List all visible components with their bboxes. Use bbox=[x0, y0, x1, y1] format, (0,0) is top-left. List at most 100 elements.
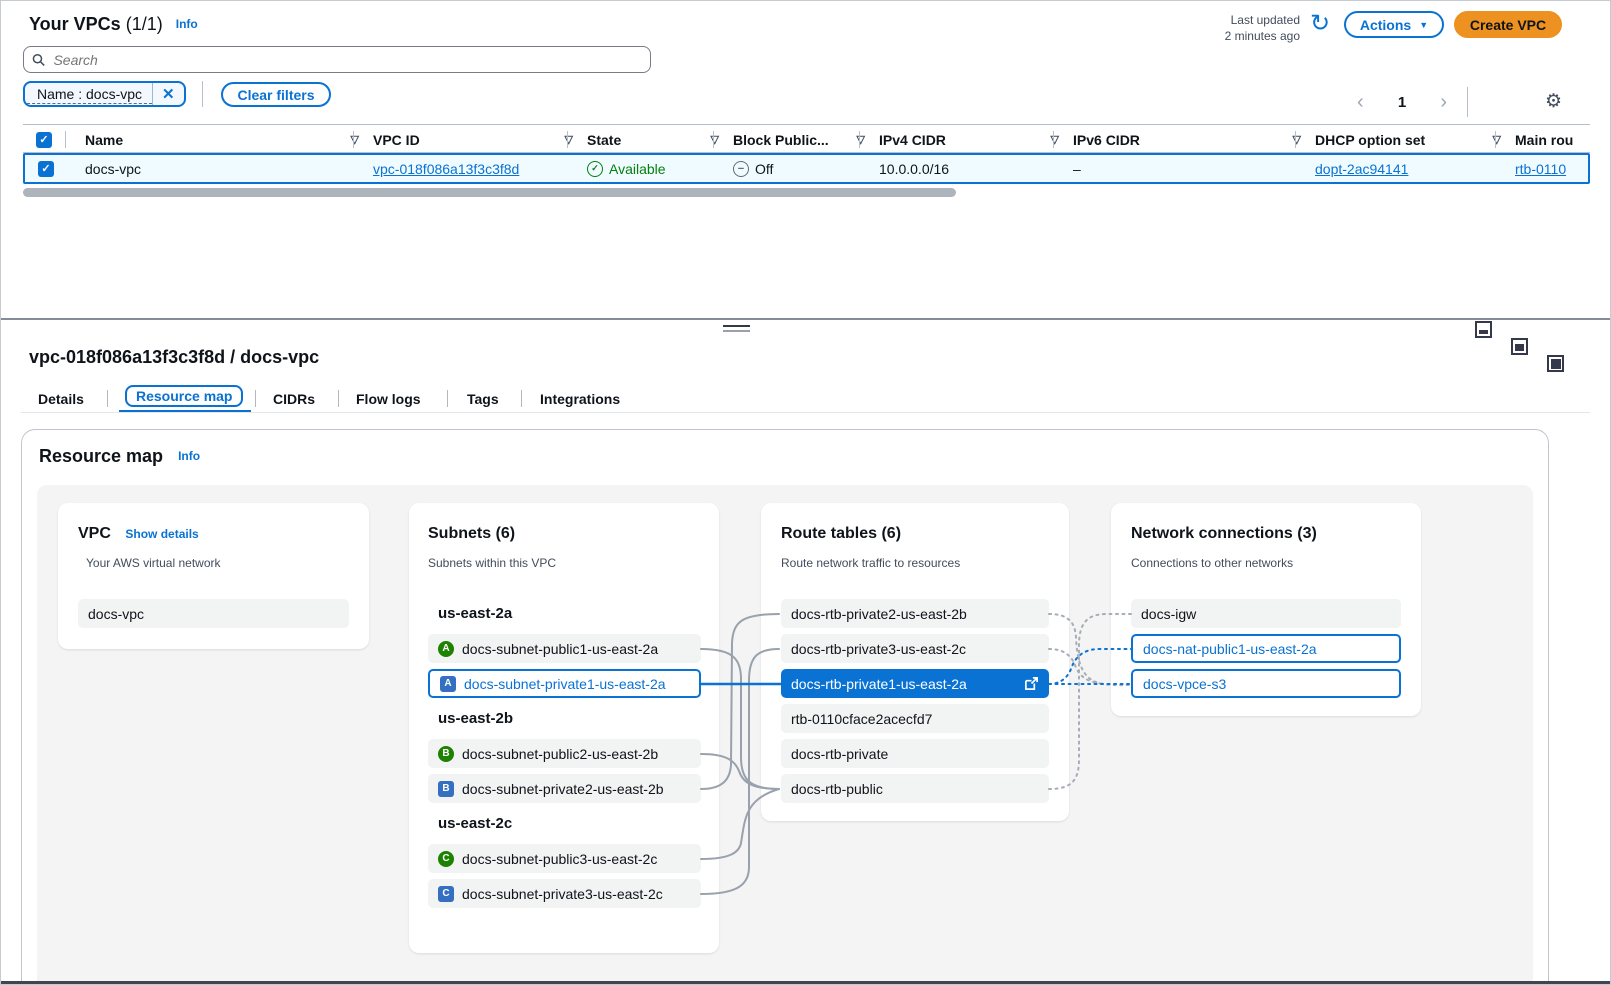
route-table-node-private2[interactable]: docs-rtb-private2-us-east-2b bbox=[781, 599, 1049, 628]
network-connections-card-subtitle: Connections to other networks bbox=[1131, 556, 1293, 570]
subnet-node-private1-selected[interactable]: A docs-subnet-private1-us-east-2a bbox=[428, 669, 701, 698]
cell-state: ✓ Available bbox=[569, 155, 733, 182]
zone-label-us-east-2c: us-east-2c bbox=[438, 815, 512, 832]
dhcp-option-set-link[interactable]: dopt-2ac94141 bbox=[1315, 161, 1408, 177]
search-input[interactable] bbox=[51, 51, 642, 69]
column-header-ipv4-cidr[interactable]: IPv4 CIDR▽ bbox=[859, 125, 1073, 154]
panel-size-full-button[interactable] bbox=[1547, 355, 1564, 372]
vpc-node-docs-vpc[interactable]: docs-vpc bbox=[78, 599, 349, 628]
vpc-card-subtitle: Your AWS virtual network bbox=[86, 556, 221, 570]
filter-row-divider bbox=[202, 81, 203, 107]
resource-map-info-link[interactable]: Info bbox=[178, 449, 200, 463]
split-panel-divider[interactable] bbox=[1, 318, 1611, 320]
column-header-dhcp-option-set[interactable]: DHCP option set▽ bbox=[1295, 125, 1515, 154]
panel-size-half-button[interactable] bbox=[1511, 338, 1528, 355]
subnet-node-public2[interactable]: B docs-subnet-public2-us-east-2b bbox=[428, 739, 701, 768]
vpcs-info-link[interactable]: Info bbox=[176, 17, 198, 31]
tab-integrations[interactable]: Integrations bbox=[540, 391, 620, 407]
external-link-icon[interactable] bbox=[1024, 676, 1039, 691]
filter-chip-label: Name : docs-vpc bbox=[27, 85, 152, 104]
private-subnet-badge: A bbox=[440, 676, 456, 692]
column-header-state[interactable]: State▽ bbox=[567, 125, 733, 154]
row-checkbox[interactable]: ✓ bbox=[38, 161, 54, 177]
tab-flow-logs[interactable]: Flow logs bbox=[356, 391, 421, 407]
route-table-node-private1-selected[interactable]: docs-rtb-private1-us-east-2a bbox=[781, 669, 1049, 698]
column-header-ipv6-cidr[interactable]: IPv6 CIDR▽ bbox=[1053, 125, 1315, 154]
vpc-console-page: Your VPCs (1/1) Info Last updated 2 minu… bbox=[0, 0, 1611, 985]
route-table-node-rtb-0110[interactable]: rtb-0110cface2acecfd7 bbox=[781, 704, 1049, 733]
select-all-checkbox[interactable]: ✓ bbox=[36, 132, 52, 148]
subnet-node-public3[interactable]: C docs-subnet-public3-us-east-2c bbox=[428, 844, 701, 873]
cell-ipv6-cidr: – bbox=[1055, 155, 1315, 182]
subnet-node-private3[interactable]: C docs-subnet-private3-us-east-2c bbox=[428, 879, 701, 908]
tab-resource-map[interactable]: Resource map bbox=[125, 388, 243, 404]
table-settings-gear-icon[interactable]: ⚙ bbox=[1545, 90, 1562, 113]
page-title-count: (1/1) bbox=[126, 14, 163, 34]
zone-label-us-east-2b: us-east-2b bbox=[438, 710, 513, 727]
main-route-table-link[interactable]: rtb-0110 bbox=[1515, 161, 1566, 177]
private-subnet-badge: C bbox=[438, 886, 454, 902]
panel-size-small-button[interactable] bbox=[1475, 321, 1492, 338]
public-subnet-badge: C bbox=[438, 851, 454, 867]
filter-chip[interactable]: Name : docs-vpc ✕ bbox=[23, 81, 186, 107]
route-table-node-private[interactable]: docs-rtb-private bbox=[781, 739, 1049, 768]
page-title-text: Your VPCs bbox=[29, 14, 121, 34]
route-table-node-private3[interactable]: docs-rtb-private3-us-east-2c bbox=[781, 634, 1049, 663]
filter-chip-close-icon[interactable]: ✕ bbox=[153, 85, 184, 103]
network-node-nat-highlighted[interactable]: docs-nat-public1-us-east-2a bbox=[1131, 634, 1401, 663]
private-subnet-badge: B bbox=[438, 781, 454, 797]
column-header-main-route-table[interactable]: Main rou bbox=[1495, 125, 1610, 154]
route-table-node-public[interactable]: docs-rtb-public bbox=[781, 774, 1049, 803]
tab-tags[interactable]: Tags bbox=[467, 391, 499, 407]
cell-ipv4-cidr: 10.0.0.0/16 bbox=[861, 155, 1073, 182]
vpc-card-title: VPC bbox=[78, 525, 111, 542]
refresh-button[interactable]: ↻ bbox=[1306, 11, 1334, 39]
horizontal-scrollbar[interactable] bbox=[23, 188, 956, 197]
table-header: ✓ Name▽ VPC ID▽ State▽ Block Public...▽ … bbox=[23, 124, 1590, 153]
off-minus-icon: − bbox=[733, 161, 749, 177]
split-panel-drag-handle[interactable] bbox=[723, 325, 750, 332]
network-connections-card-title: Network connections (3) bbox=[1131, 525, 1317, 543]
create-vpc-button[interactable]: Create VPC bbox=[1454, 11, 1562, 38]
vpc-show-details-link[interactable]: Show details bbox=[125, 527, 198, 541]
column-header-name[interactable]: Name▽ bbox=[65, 125, 373, 154]
column-header-vpc-id[interactable]: VPC ID▽ bbox=[353, 125, 587, 154]
cell-main-route-table: rtb-0110 bbox=[1497, 155, 1608, 182]
prev-page-icon[interactable]: ‹ bbox=[1357, 91, 1364, 114]
search-box bbox=[23, 46, 651, 73]
page-number[interactable]: 1 bbox=[1398, 94, 1406, 111]
row-checkbox-cell: ✓ bbox=[25, 155, 67, 182]
subnets-card-subtitle: Subnets within this VPC bbox=[428, 556, 556, 570]
next-page-icon[interactable]: › bbox=[1440, 91, 1447, 114]
refresh-icon: ↻ bbox=[1310, 10, 1330, 37]
public-subnet-badge: A bbox=[438, 641, 454, 657]
pagination: ‹ 1 › bbox=[1357, 89, 1447, 115]
route-tables-card-title: Route tables (6) bbox=[781, 525, 901, 543]
cell-block-public-access: − Off bbox=[715, 155, 879, 182]
available-check-icon: ✓ bbox=[587, 161, 603, 177]
window-bottom-edge bbox=[1, 981, 1611, 985]
public-subnet-badge: B bbox=[438, 746, 454, 762]
resource-map-heading: Resource map Info bbox=[39, 446, 200, 467]
actions-button[interactable]: Actions ▼ bbox=[1344, 11, 1444, 38]
vpc-id-link[interactable]: vpc-018f086a13f3c3f8d bbox=[373, 161, 519, 177]
subnets-card-title: Subnets (6) bbox=[428, 525, 515, 543]
network-node-vpce-s3-highlighted[interactable]: docs-vpce-s3 bbox=[1131, 669, 1401, 698]
clear-filters-button[interactable]: Clear filters bbox=[221, 82, 331, 107]
pagination-divider bbox=[1467, 87, 1468, 117]
tab-cidrs[interactable]: CIDRs bbox=[273, 391, 315, 407]
page-title: Your VPCs (1/1) Info bbox=[29, 14, 198, 35]
table-row[interactable]: ✓ docs-vpc vpc-018f086a13f3c3f8d ✓ Avail… bbox=[23, 153, 1590, 184]
tabs-divider-line bbox=[21, 412, 1590, 413]
subnet-node-public1[interactable]: A docs-subnet-public1-us-east-2a bbox=[428, 634, 701, 663]
subnet-node-private2[interactable]: B docs-subnet-private2-us-east-2b bbox=[428, 774, 701, 803]
zone-label-us-east-2a: us-east-2a bbox=[438, 605, 512, 622]
tab-details[interactable]: Details bbox=[38, 391, 84, 407]
cell-vpc-id: vpc-018f086a13f3c3f8d bbox=[355, 155, 587, 182]
network-node-igw[interactable]: docs-igw bbox=[1131, 599, 1401, 628]
caret-down-icon: ▼ bbox=[1419, 20, 1428, 30]
search-icon bbox=[32, 53, 45, 67]
column-header-block-public[interactable]: Block Public...▽ bbox=[713, 125, 879, 154]
last-updated-text: Last updated 2 minutes ago bbox=[1180, 12, 1300, 44]
route-tables-card-subtitle: Route network traffic to resources bbox=[781, 556, 960, 570]
